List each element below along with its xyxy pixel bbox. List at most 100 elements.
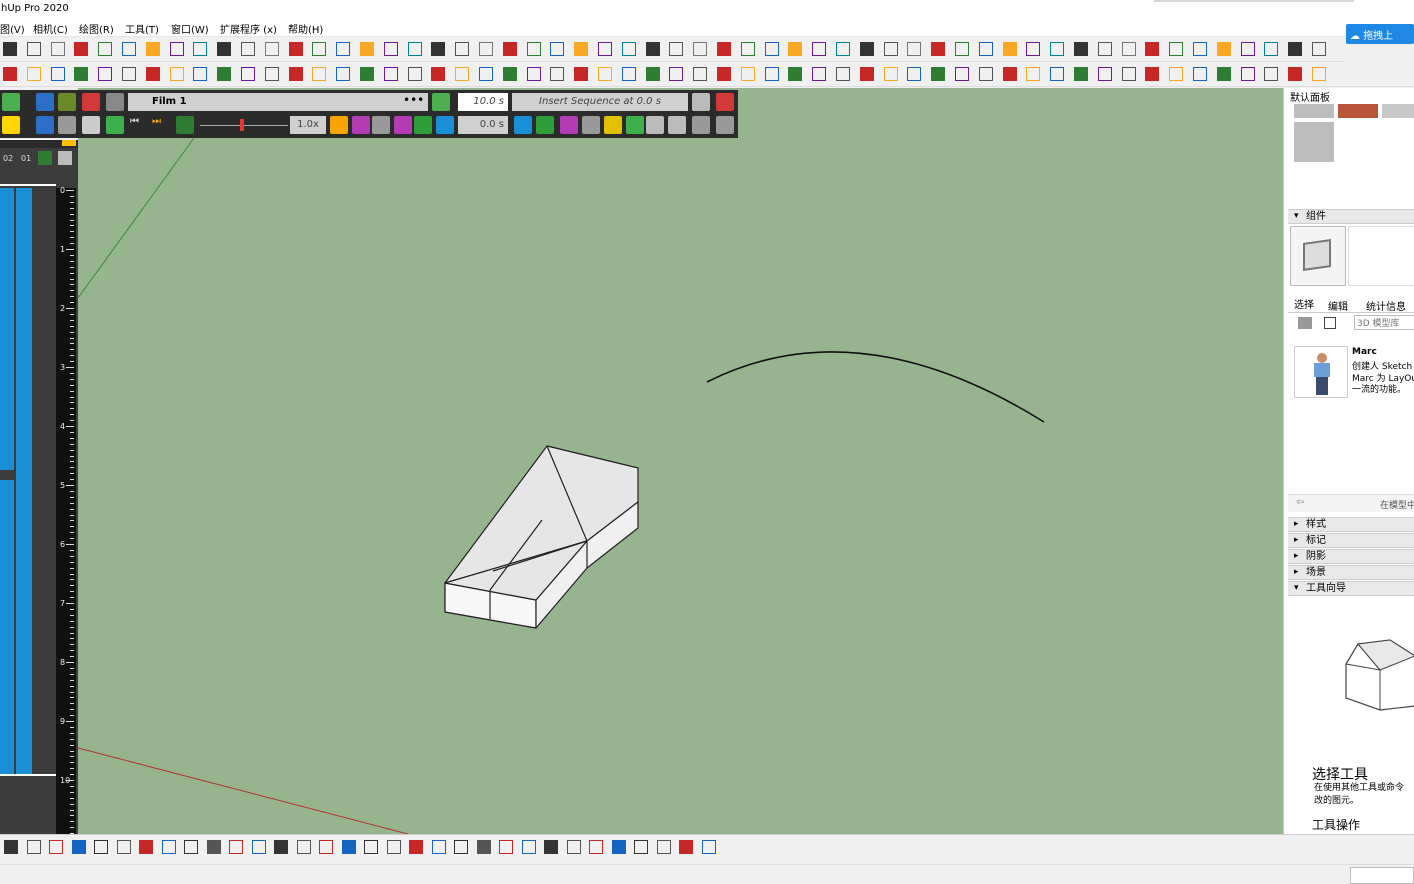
toolbar-tool-icon[interactable] <box>566 840 581 854</box>
toolbar-tool-icon[interactable] <box>883 42 898 56</box>
toolbar-tool-icon[interactable] <box>288 67 303 81</box>
toolbar-tool-icon[interactable] <box>264 67 279 81</box>
toolbar-tool-icon[interactable] <box>656 840 671 854</box>
toolbar-tool-icon[interactable] <box>598 67 612 81</box>
track-bar-01[interactable] <box>16 188 32 774</box>
toolbar-tool-icon[interactable] <box>611 840 626 854</box>
toolbar-tool-icon[interactable] <box>1002 42 1017 56</box>
toolbar-tool-icon[interactable] <box>98 67 113 81</box>
toolbar-tool-icon[interactable] <box>502 42 517 56</box>
toolbar-tool-icon[interactable] <box>241 67 255 81</box>
toolbar-tool-icon[interactable] <box>1074 42 1088 56</box>
toolbar-tool-icon[interactable] <box>1169 67 1184 81</box>
toolbar-tool-icon[interactable] <box>193 42 208 56</box>
exit-icon[interactable] <box>716 93 734 111</box>
toolbar-tool-icon[interactable] <box>193 67 208 81</box>
toolbar-tool-icon[interactable] <box>859 67 874 81</box>
toolbar-tool-icon[interactable] <box>4 840 18 854</box>
calculator-icon[interactable] <box>82 116 100 134</box>
toolbar-tool-icon[interactable] <box>74 67 89 81</box>
menu-camera[interactable]: 相机(C) <box>33 21 68 36</box>
view-options-icon[interactable] <box>1298 317 1312 329</box>
material-swatch-3[interactable] <box>1382 104 1414 118</box>
redo-icon[interactable] <box>716 116 734 134</box>
toolbar-tool-icon[interactable] <box>3 42 17 56</box>
toolbar-tool-icon[interactable] <box>788 42 803 56</box>
toolbar-tool-icon[interactable] <box>251 840 266 854</box>
toolbar-tool-icon[interactable] <box>336 67 351 81</box>
scenes-section[interactable]: 场景 <box>1288 565 1414 580</box>
track-bar-02b[interactable] <box>0 480 14 774</box>
in-model-label[interactable]: 在模型中 <box>1380 498 1414 511</box>
toolbar-tool-icon[interactable] <box>407 67 422 81</box>
toolbar-tool-icon[interactable] <box>1097 42 1112 56</box>
toolbar-tool-icon[interactable] <box>161 840 176 854</box>
toolbar-tool-icon[interactable] <box>454 840 468 854</box>
toolbar-tool-icon[interactable] <box>836 67 850 81</box>
time-ruler[interactable]: 012345678910 <box>56 186 76 835</box>
film-selector[interactable]: Film 1 ••• <box>128 93 428 111</box>
menu-draw[interactable]: 绘图(R) <box>79 21 114 36</box>
camera-icon[interactable] <box>2 93 20 111</box>
toolbar-tool-icon[interactable] <box>49 840 63 854</box>
toolbar-tool-icon[interactable] <box>98 42 113 56</box>
component-thumbnail[interactable] <box>1294 346 1348 398</box>
toolbar-tool-icon[interactable] <box>1264 67 1279 81</box>
toolbar-tool-icon[interactable] <box>217 42 232 56</box>
toolbar-tool-icon[interactable] <box>693 67 708 81</box>
frame-blue-icon[interactable] <box>436 116 454 134</box>
more-icon[interactable]: ••• <box>403 93 424 107</box>
toolbar-tool-icon[interactable] <box>296 840 311 854</box>
toolbar-tool-icon[interactable] <box>122 67 136 81</box>
toolbar-tool-icon[interactable] <box>1002 67 1017 81</box>
speed-slider[interactable] <box>200 116 288 134</box>
toolbar-tool-icon[interactable] <box>764 67 779 81</box>
eye-icon[interactable] <box>394 116 412 134</box>
toolbar-tool-icon[interactable] <box>764 42 779 56</box>
toolbar-tool-icon[interactable] <box>319 840 333 854</box>
toolbar-tool-icon[interactable] <box>1216 67 1231 81</box>
settings-gear-icon[interactable] <box>2 116 20 134</box>
toolbar-tool-icon[interactable] <box>812 67 827 81</box>
save-icon[interactable] <box>692 93 710 111</box>
toolbar-tool-icon[interactable] <box>1312 67 1326 81</box>
menu-extensions[interactable]: 扩展程序 (x) <box>220 21 277 36</box>
toolbar-tool-icon[interactable] <box>71 840 86 854</box>
toolbar-tool-icon[interactable] <box>145 42 160 56</box>
menu-window[interactable]: 窗口(W) <box>171 21 209 36</box>
frame-icon[interactable] <box>176 116 194 134</box>
model-viewport[interactable] <box>78 88 1283 834</box>
toolbar-tool-icon[interactable] <box>360 42 374 56</box>
sliders-icon[interactable] <box>36 116 54 134</box>
track-collapse-icon[interactable] <box>58 151 72 165</box>
back-arrow-icon[interactable] <box>330 116 348 134</box>
shadows-section[interactable]: 阴影 <box>1288 549 1414 564</box>
undo-icon[interactable] <box>692 116 710 134</box>
play-icon[interactable] <box>106 116 124 134</box>
toolbar-tool-icon[interactable] <box>1216 42 1231 56</box>
toolbar-tool-icon[interactable] <box>74 42 89 56</box>
toolbar-tool-icon[interactable] <box>955 42 969 56</box>
record-icon[interactable] <box>536 116 554 134</box>
component-preview[interactable] <box>1290 226 1346 286</box>
toolbar-tool-icon[interactable] <box>116 840 131 854</box>
toolbar-tool-icon[interactable] <box>383 67 398 81</box>
toolbar-tool-icon[interactable] <box>360 67 374 81</box>
toolbar-tool-icon[interactable] <box>312 67 327 81</box>
branch-icon[interactable] <box>626 116 644 134</box>
toolbar-tool-icon[interactable] <box>431 42 446 56</box>
back-icon[interactable]: ⇦ <box>1296 497 1304 508</box>
toolbar-tool-icon[interactable] <box>1145 67 1160 81</box>
toolbar-tool-icon[interactable] <box>364 840 378 854</box>
toolbar-tool-icon[interactable] <box>383 42 398 56</box>
toolbar-tool-icon[interactable] <box>1240 42 1255 56</box>
cloud-upload-button[interactable]: ☁ 拖拽上 <box>1346 24 1414 44</box>
toolbar-tool-icon[interactable] <box>502 67 517 81</box>
toolbar-tool-icon[interactable] <box>50 67 65 81</box>
toolbar-tool-icon[interactable] <box>274 840 288 854</box>
path-icon[interactable] <box>58 116 76 134</box>
toolbar-tool-icon[interactable] <box>634 840 648 854</box>
link-icon[interactable] <box>582 116 600 134</box>
toolbar-tool-icon[interactable] <box>598 42 612 56</box>
toolbar-tool-icon[interactable] <box>1026 67 1041 81</box>
